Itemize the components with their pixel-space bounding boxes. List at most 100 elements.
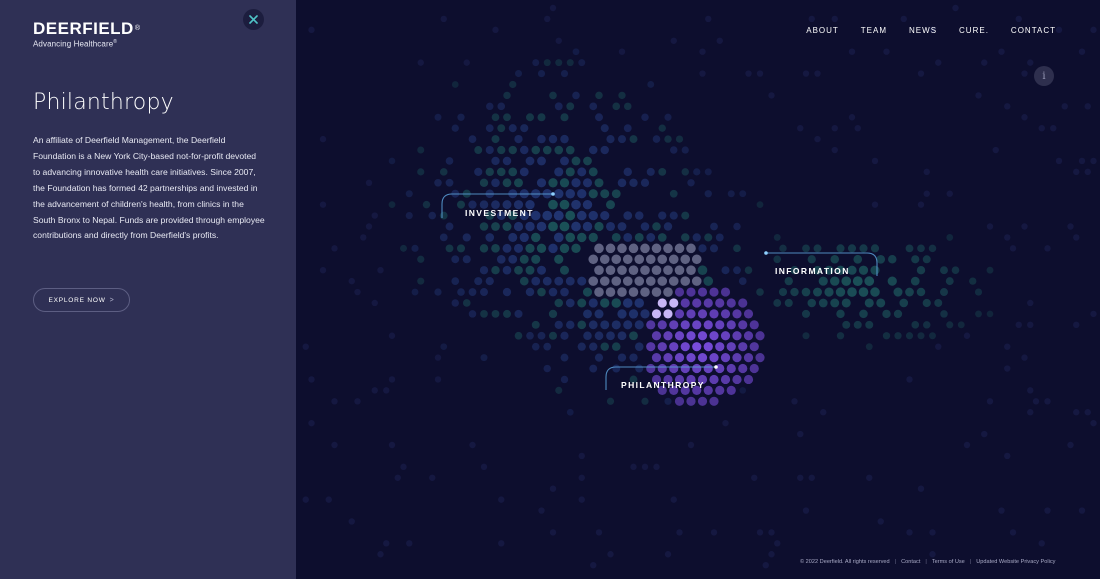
viz-dot: [814, 70, 821, 77]
footer-link-contact[interactable]: Contact: [901, 559, 920, 565]
viz-dot: [773, 299, 782, 307]
viz-dot: [606, 331, 615, 341]
viz-dot: [841, 276, 852, 286]
viz-dot: [928, 244, 937, 253]
viz-dot: [491, 309, 500, 318]
footer-link-privacy[interactable]: Updated Website Privacy Policy: [976, 559, 1055, 565]
viz-dot: [388, 332, 396, 339]
viz-dot: [498, 496, 505, 503]
viz-dot: [542, 210, 553, 221]
footer-link-terms[interactable]: Terms of Use: [932, 559, 965, 565]
viz-dot: [485, 277, 494, 286]
viz-dot: [1027, 321, 1034, 329]
viz-dot: [611, 342, 621, 351]
viz-dot: [525, 243, 535, 253]
viz-dot: [553, 232, 564, 243]
nav-item-about[interactable]: ABOUT: [806, 26, 839, 35]
viz-dot: [911, 255, 920, 264]
viz-dot: [554, 167, 564, 177]
nav-item-contact[interactable]: CONTACT: [1011, 26, 1056, 35]
viz-dot: [577, 167, 587, 177]
viz-dot: [733, 266, 741, 275]
viz-dot: [929, 551, 936, 558]
viz-dot: [388, 376, 396, 383]
viz-dot: [716, 37, 723, 44]
viz-dot: [687, 441, 695, 449]
viz-dot: [383, 540, 390, 547]
viz-dot: [565, 145, 575, 155]
viz-dot: [709, 374, 719, 385]
viz-dot: [628, 287, 639, 297]
viz-dot: [491, 222, 500, 231]
viz-dot: [551, 192, 555, 196]
nav-item-cure[interactable]: CURE.: [959, 26, 989, 35]
viz-dot: [871, 201, 879, 208]
deerfield-logo[interactable]: DEERFIELD® Advancing Healthcare®: [33, 20, 141, 49]
viz-dot: [738, 298, 748, 308]
viz-dot: [479, 178, 489, 187]
viz-dot: [549, 529, 557, 536]
viz-dot: [692, 320, 702, 330]
viz-dot: [1027, 387, 1034, 394]
nav-item-news[interactable]: NEWS: [909, 26, 937, 35]
viz-dot: [634, 232, 644, 242]
viz-dot: [680, 320, 690, 330]
viz-dot: [686, 353, 696, 363]
viz-dot: [906, 376, 913, 383]
viz-dot: [405, 212, 413, 220]
viz-dot: [755, 331, 765, 341]
viz-dot: [664, 397, 672, 405]
viz-dot: [1032, 398, 1040, 405]
viz-dot: [692, 298, 702, 308]
viz-dot: [658, 211, 667, 220]
viz-dot: [406, 540, 413, 547]
viz-dot: [704, 190, 712, 198]
viz-dot: [917, 244, 925, 253]
viz-dot: [365, 179, 373, 186]
viz-dot: [479, 222, 489, 231]
information-label[interactable]: INFORMATION: [775, 266, 850, 276]
info-button[interactable]: i: [1034, 66, 1054, 86]
viz-dot: [571, 199, 581, 210]
explore-now-button[interactable]: EXPLORE NOW >: [33, 288, 130, 312]
viz-dot: [599, 276, 610, 286]
viz-dot: [726, 385, 736, 395]
viz-dot: [675, 135, 684, 143]
viz-dot: [559, 178, 570, 188]
viz-dot: [664, 135, 672, 143]
viz-dot: [697, 396, 708, 406]
viz-dot: [703, 363, 713, 374]
viz-dot: [726, 342, 736, 352]
viz-dot: [588, 167, 598, 177]
viz-dot: [929, 332, 936, 340]
main-navigation: ABOUT TEAM NEWS CURE. CONTACT: [784, 26, 1056, 35]
viz-dot: [807, 255, 816, 264]
viz-dot: [946, 190, 953, 197]
viz-dot: [600, 189, 610, 199]
viz-dot: [646, 363, 656, 374]
viz-dot: [549, 91, 557, 100]
investment-label[interactable]: INVESTMENT: [465, 208, 534, 218]
viz-dot: [508, 254, 518, 264]
viz-dot: [664, 113, 672, 121]
close-panel-button[interactable]: [243, 9, 264, 30]
viz-dot: [492, 26, 499, 34]
viz-dot: [732, 353, 742, 363]
viz-dot: [657, 363, 667, 374]
nav-item-team[interactable]: TEAM: [861, 26, 887, 35]
viz-dot: [628, 243, 639, 254]
philanthropy-label[interactable]: PHILANTHROPY: [621, 380, 705, 390]
viz-dot: [669, 211, 678, 220]
viz-dot: [468, 310, 477, 318]
viz-dot: [975, 310, 982, 318]
viz-dot: [697, 287, 708, 297]
viz-dot: [559, 221, 570, 232]
viz-dot: [543, 59, 551, 67]
viz-dot: [681, 233, 690, 242]
viz-dot: [732, 331, 742, 341]
viz-dot: [577, 276, 587, 286]
viz-dot: [836, 244, 845, 253]
viz-dot: [611, 189, 621, 199]
viz-dot: [388, 157, 396, 165]
viz-dot: [1021, 70, 1028, 77]
